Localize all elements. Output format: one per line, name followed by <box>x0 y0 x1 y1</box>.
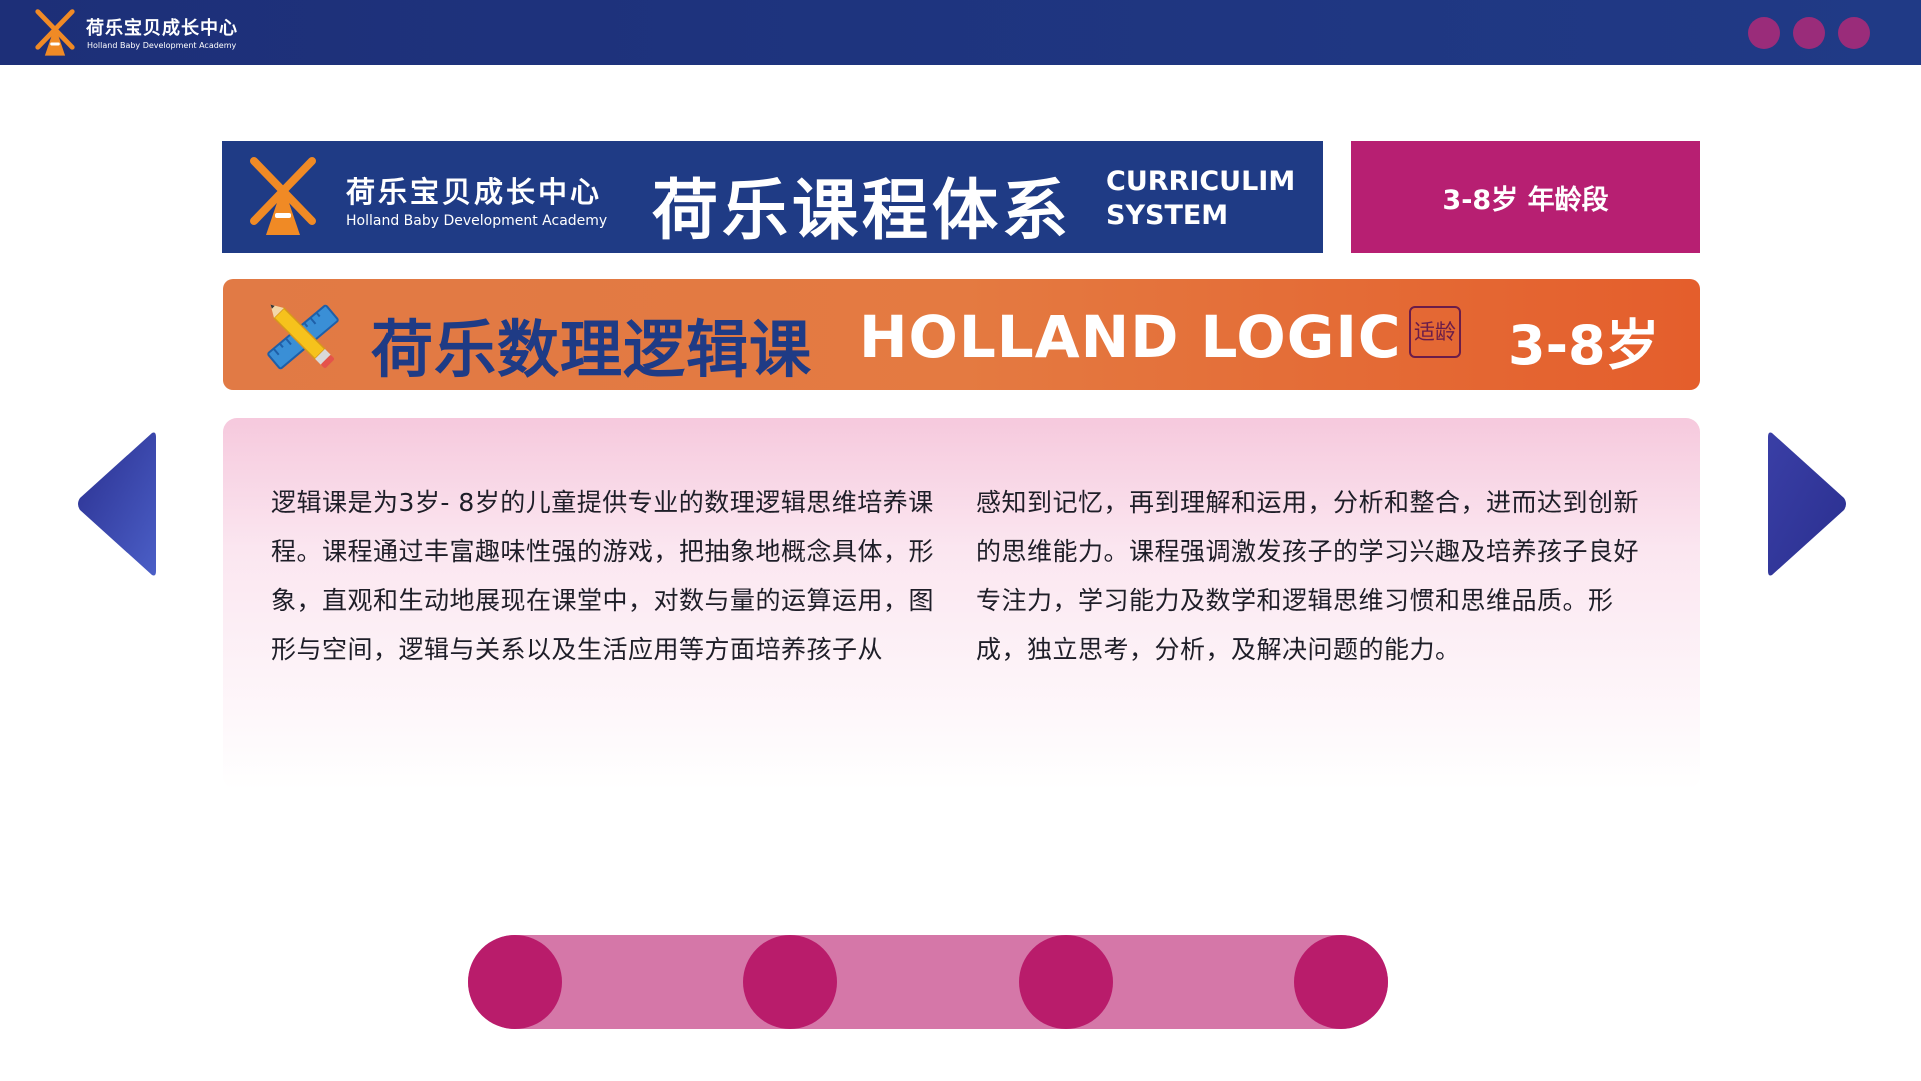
step-dot-4[interactable] <box>1294 935 1388 1029</box>
banner-brand-name: 荷乐宝贝成长中心 <box>346 175 603 209</box>
age-seal-stamp: 适龄 <box>1409 306 1461 358</box>
page-title-en-line1: CURRICULIM <box>1106 166 1296 197</box>
window-dot-2[interactable] <box>1793 17 1825 49</box>
top-bar: 荷乐宝贝成长中心 Holland Baby Development Academ… <box>0 0 1921 65</box>
course-title-en: HOLLAND LOGIC <box>859 303 1402 371</box>
window-dot-1[interactable] <box>1748 17 1780 49</box>
arrow-right-icon[interactable] <box>1768 431 1848 577</box>
window-dot-3[interactable] <box>1838 17 1870 49</box>
step-dot-3[interactable] <box>1019 935 1113 1029</box>
curriculum-banner: 荷乐宝贝成长中心 Holland Baby Development Academ… <box>222 141 1323 253</box>
course-age: 3-8岁 <box>1508 314 1660 377</box>
step-dot-1[interactable] <box>468 935 562 1029</box>
header-brand-subtitle: Holland Baby Development Academy <box>87 41 237 50</box>
course-title: 荷乐数理逻辑课 <box>371 313 813 386</box>
windmill-logo-icon <box>35 9 75 56</box>
course-title-bar: 荷乐数理逻辑课 HOLLAND LOGIC 适龄 3-8岁 <box>223 279 1700 390</box>
description-left-column: 逻辑课是为3岁- 8岁的儿童提供专业的数理逻辑思维培养课程。课程通过丰富趣味性强… <box>271 488 935 664</box>
ruler-pencil-icon <box>267 304 339 370</box>
windmill-logo-icon <box>250 157 316 235</box>
header-brand-name: 荷乐宝贝成长中心 <box>86 18 238 39</box>
age-range-badge: 3-8岁 年龄段 <box>1351 141 1700 253</box>
description-right-column: 感知到记忆，再到理解和运用，分析和整合，进而达到创新的思维能力。课程强调激发孩子… <box>976 488 1640 664</box>
stepper-track <box>468 935 1388 1029</box>
page-title-en: CURRICULIM SYSTEM <box>1106 165 1295 233</box>
step-dot-2[interactable] <box>743 935 837 1029</box>
page-title: 荷乐课程体系 <box>652 172 1072 249</box>
arrow-left-icon[interactable] <box>76 431 156 577</box>
course-description-panel: 逻辑课是为3岁- 8岁的儿童提供专业的数理逻辑思维培养课程。课程通过丰富趣味性强… <box>223 418 1700 790</box>
banner-brand-subtitle: Holland Baby Development Academy <box>346 213 608 229</box>
page-title-en-line2: SYSTEM <box>1106 200 1229 231</box>
age-range-label: 3-8岁 年龄段 <box>1442 184 1609 216</box>
